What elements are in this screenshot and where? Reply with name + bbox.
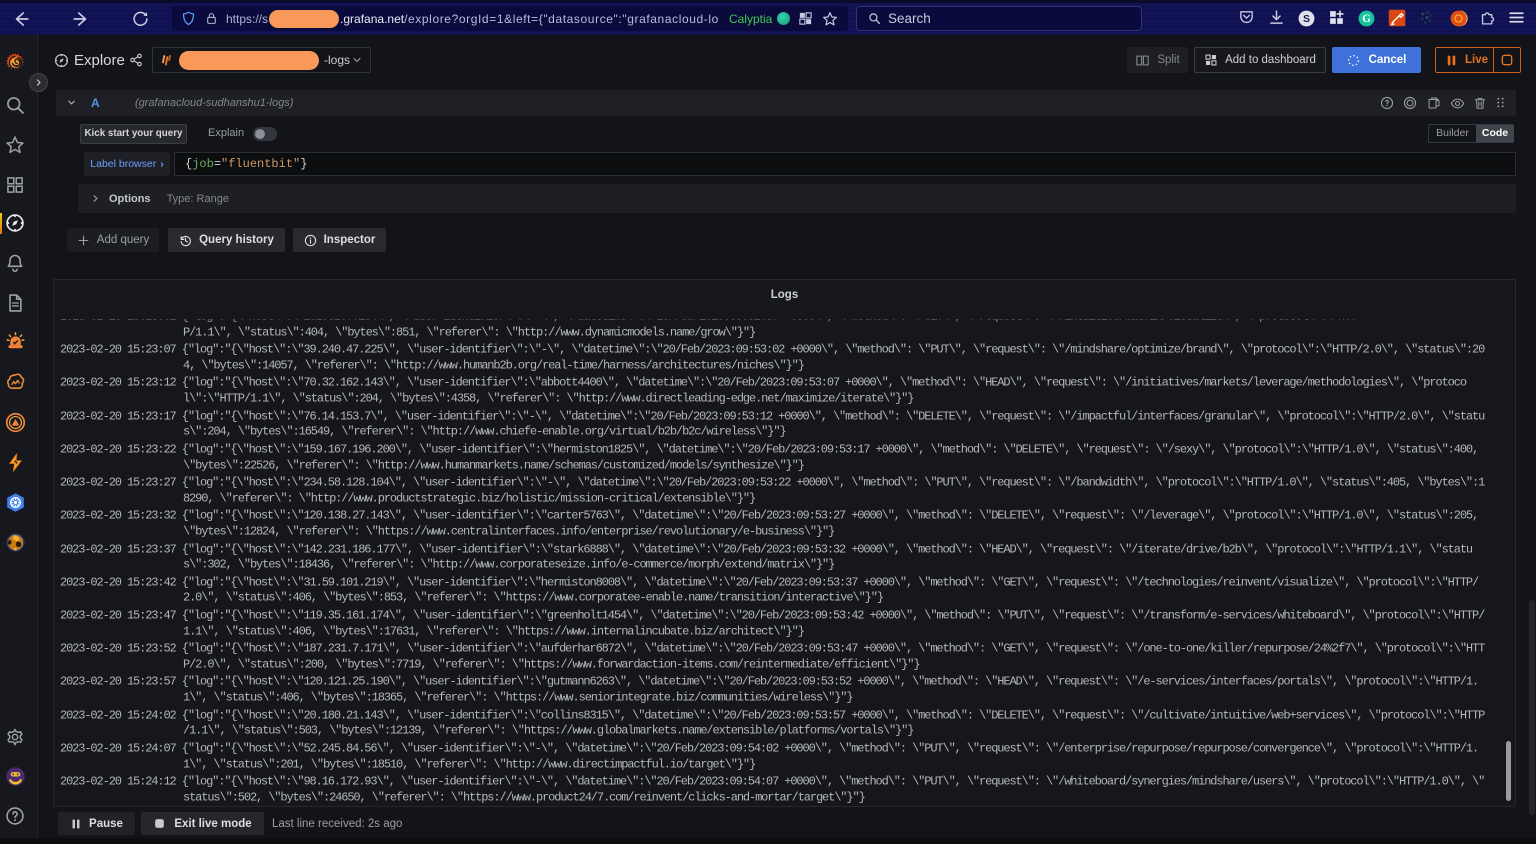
svg-text:S: S	[1303, 14, 1310, 25]
svg-text:G: G	[1362, 13, 1371, 25]
